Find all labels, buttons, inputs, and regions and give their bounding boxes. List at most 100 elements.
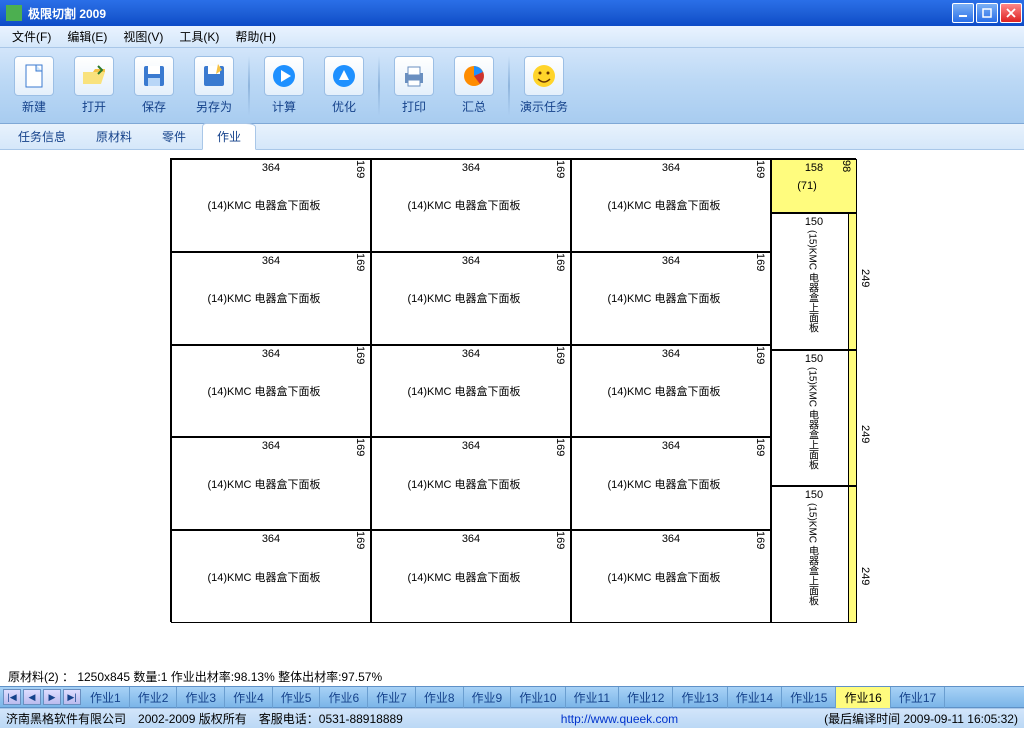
cut-piece[interactable]: 364169(14)KMC 电器盒下面板 xyxy=(371,530,571,623)
sheet-height-label: 249 xyxy=(859,425,871,443)
maximize-button[interactable] xyxy=(976,3,998,23)
menu-tools[interactable]: 工具(K) xyxy=(171,26,227,47)
cut-piece[interactable]: 364169(14)KMC 电器盒下面板 xyxy=(171,437,371,530)
piece-label: (71) xyxy=(772,160,842,212)
cut-piece[interactable]: 364169(14)KMC 电器盒下面板 xyxy=(571,437,771,530)
job-tab[interactable]: 作业2 xyxy=(130,687,178,708)
piece-label: (14)KMC 电器盒下面板 xyxy=(172,438,356,529)
waste-strip xyxy=(848,487,856,622)
toolbar: 新建 打开 保存 另存为 计算 优化 打印 汇总 演示任务 xyxy=(0,48,1024,124)
piece-label: (14)KMC 电器盒下面板 xyxy=(372,253,556,344)
menu-help[interactable]: 帮助(H) xyxy=(227,26,284,47)
cut-piece[interactable]: 364169(14)KMC 电器盒下面板 xyxy=(571,345,771,438)
job-tab[interactable]: 作业1 xyxy=(82,687,130,708)
piece-label: (14)KMC 电器盒下面板 xyxy=(372,531,556,622)
saveas-button[interactable]: 另存为 xyxy=(184,52,244,120)
piece-label: (14)KMC 电器盒下面板 xyxy=(572,346,756,437)
footer: 济南黑格软件有限公司 2002-2009 版权所有 客服电话： 0531-889… xyxy=(0,708,1024,728)
waste-piece[interactable]: 15898(71) xyxy=(771,159,857,213)
piece-label: (14)KMC 电器盒下面板 xyxy=(172,531,356,622)
nav-prev-button[interactable]: ◀ xyxy=(23,689,41,705)
piece-label: (15)KMC 电器盒上面板 xyxy=(772,351,852,486)
calc-button[interactable]: 计算 xyxy=(254,52,314,120)
tab-parts[interactable]: 零件 xyxy=(148,124,200,149)
footer-company: 济南黑格软件有限公司 xyxy=(6,710,126,727)
titlebar: 极限切割 2009 xyxy=(0,0,1024,26)
cut-piece[interactable]: 364169(14)KMC 电器盒下面板 xyxy=(171,530,371,623)
job-tab[interactable]: 作业15 xyxy=(782,687,836,708)
toolbar-separator xyxy=(248,56,250,116)
nav-next-button[interactable]: ▶ xyxy=(43,689,61,705)
minimize-button[interactable] xyxy=(952,3,974,23)
job-tab[interactable]: 作业14 xyxy=(728,687,782,708)
cut-piece[interactable]: 364169(14)KMC 电器盒下面板 xyxy=(371,437,571,530)
piece-label: (14)KMC 电器盒下面板 xyxy=(572,438,756,529)
nav-first-button[interactable]: |◀ xyxy=(3,689,21,705)
piece-label: (15)KMC 电器盒上面板 xyxy=(772,487,852,622)
cut-piece[interactable]: 364169(14)KMC 电器盒下面板 xyxy=(371,252,571,345)
job-tab[interactable]: 作业17 xyxy=(891,687,945,708)
piece-label: (14)KMC 电器盒下面板 xyxy=(372,438,556,529)
job-tab[interactable]: 作业10 xyxy=(511,687,565,708)
toolbar-separator xyxy=(508,56,510,116)
cut-piece-vertical[interactable]: 150(15)KMC 电器盒上面板 xyxy=(771,213,857,350)
job-tabs: |◀ ◀ ▶ ▶| 作业1作业2作业3作业4作业5作业6作业7作业8作业9作业1… xyxy=(0,686,1024,708)
menubar: 文件(F) 编辑(E) 视图(V) 工具(K) 帮助(H) xyxy=(0,26,1024,48)
cut-piece[interactable]: 364169(14)KMC 电器盒下面板 xyxy=(571,252,771,345)
cut-piece[interactable]: 364169(14)KMC 电器盒下面板 xyxy=(171,252,371,345)
job-tab[interactable]: 作业7 xyxy=(368,687,416,708)
waste-strip xyxy=(848,351,856,486)
cut-piece[interactable]: 364169(14)KMC 电器盒下面板 xyxy=(571,159,771,252)
footer-phone: 0531-88918889 xyxy=(319,712,403,726)
cut-piece-vertical[interactable]: 150(15)KMC 电器盒上面板 xyxy=(771,350,857,487)
waste-strip xyxy=(848,214,856,349)
demo-button[interactable]: 演示任务 xyxy=(514,52,574,120)
status-line: 原材料(2) ： 1250x845 数量:1 作业出材率:98.13% 整体出材… xyxy=(0,666,1024,686)
cut-piece[interactable]: 364169(14)KMC 电器盒下面板 xyxy=(571,530,771,623)
sheet-height-label: 249 xyxy=(859,269,871,287)
job-tab[interactable]: 作业13 xyxy=(673,687,727,708)
summary-button[interactable]: 汇总 xyxy=(444,52,504,120)
tab-job[interactable]: 作业 xyxy=(202,123,256,150)
piece-label: (14)KMC 电器盒下面板 xyxy=(372,160,556,251)
job-tab[interactable]: 作业4 xyxy=(225,687,273,708)
piece-label: (14)KMC 电器盒下面板 xyxy=(572,160,756,251)
cut-piece[interactable]: 364169(14)KMC 电器盒下面板 xyxy=(371,345,571,438)
optimize-button[interactable]: 优化 xyxy=(314,52,374,120)
menu-file[interactable]: 文件(F) xyxy=(4,26,59,47)
cut-piece[interactable]: 364169(14)KMC 电器盒下面板 xyxy=(171,159,371,252)
piece-label: (14)KMC 电器盒下面板 xyxy=(572,253,756,344)
job-tab[interactable]: 作业9 xyxy=(464,687,512,708)
footer-compile-label: (最后编译时间 xyxy=(824,710,900,727)
main-content: 249 249 249 364169(14)KMC 电器盒下面板364169(1… xyxy=(0,150,1024,666)
tab-taskinfo[interactable]: 任务信息 xyxy=(4,124,80,149)
cut-piece[interactable]: 364169(14)KMC 电器盒下面板 xyxy=(171,345,371,438)
open-button[interactable]: 打开 xyxy=(64,52,124,120)
job-tab[interactable]: 作业16 xyxy=(836,687,890,708)
window-title: 极限切割 2009 xyxy=(28,5,950,22)
app-icon xyxy=(6,5,22,21)
job-tab[interactable]: 作业6 xyxy=(320,687,368,708)
piece-label: (14)KMC 电器盒下面板 xyxy=(172,346,356,437)
cut-piece[interactable]: 364169(14)KMC 电器盒下面板 xyxy=(371,159,571,252)
job-tab[interactable]: 作业3 xyxy=(177,687,225,708)
job-tab[interactable]: 作业11 xyxy=(566,687,619,708)
menu-edit[interactable]: 编辑(E) xyxy=(59,26,115,47)
menu-view[interactable]: 视图(V) xyxy=(115,26,171,47)
piece-label: (15)KMC 电器盒上面板 xyxy=(772,214,852,349)
footer-phone-label: 客服电话： xyxy=(259,710,319,727)
print-button[interactable]: 打印 xyxy=(384,52,444,120)
job-tab[interactable]: 作业5 xyxy=(273,687,321,708)
job-tab[interactable]: 作业8 xyxy=(416,687,464,708)
footer-url[interactable]: http://www.queek.com xyxy=(561,712,678,726)
nav-last-button[interactable]: ▶| xyxy=(63,689,81,705)
new-button[interactable]: 新建 xyxy=(4,52,64,120)
footer-copyright: 2002-2009 版权所有 xyxy=(138,710,247,727)
footer-compile-time: 2009-09-11 16:05:32) xyxy=(903,712,1018,726)
piece-label: (14)KMC 电器盒下面板 xyxy=(572,531,756,622)
cut-piece-vertical[interactable]: 150(15)KMC 电器盒上面板 xyxy=(771,486,857,623)
close-button[interactable] xyxy=(1000,3,1022,23)
tab-material[interactable]: 原材料 xyxy=(82,124,146,149)
save-button[interactable]: 保存 xyxy=(124,52,184,120)
job-tab[interactable]: 作业12 xyxy=(619,687,673,708)
